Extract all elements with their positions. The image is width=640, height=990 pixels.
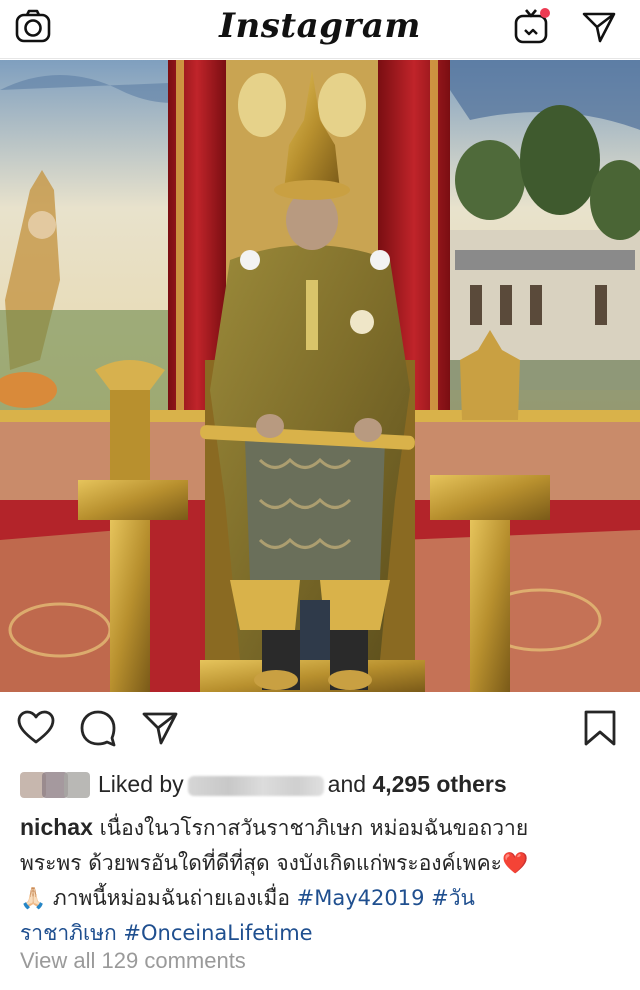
- likes-summary[interactable]: Liked by and 4,295 others: [20, 764, 630, 804]
- hashtag-coronation-day-cont[interactable]: ราชาภิเษก: [20, 921, 117, 945]
- paper-plane-icon[interactable]: [580, 8, 618, 46]
- hashtag-may42019[interactable]: #May42019: [297, 886, 425, 910]
- view-all-comments-link[interactable]: View all 129 comments: [20, 948, 246, 974]
- top-bar: Instagram: [0, 0, 640, 59]
- likes-and-label: and: [327, 771, 367, 797]
- folded-hands-emoji-icon: 🙏🏻: [20, 886, 47, 910]
- caption-line-1: เนื่องในวโรกาสวันราชาภิเษก หม่อมฉันขอถวา…: [99, 816, 529, 840]
- post-actions: [0, 700, 640, 756]
- comment-bubble-icon[interactable]: [78, 708, 118, 748]
- liked-by-label: Liked by: [98, 771, 184, 797]
- caption-line-2: พระพร ด้วยพรอันใดที่ดีที่สุด จงบังเกิดแก…: [20, 851, 502, 875]
- caption-username[interactable]: nichax: [20, 814, 93, 840]
- blurred-username[interactable]: [187, 775, 324, 796]
- likes-text: Liked by and 4,295 others: [98, 764, 507, 804]
- paper-plane-icon[interactable]: [140, 708, 180, 748]
- likes-count[interactable]: 4,295 others: [372, 771, 506, 797]
- igtv-icon[interactable]: [512, 6, 552, 46]
- heart-emoji-icon: ❤️: [501, 851, 529, 875]
- post-caption: nichax เนื่องในวโรกาสวันราชาภิเษก หม่อมฉ…: [20, 810, 620, 951]
- hashtag-onceinalifetime[interactable]: #OnceinaLifetime: [123, 921, 312, 945]
- bookmark-icon[interactable]: [580, 708, 620, 748]
- liker-avatars[interactable]: [20, 772, 90, 798]
- heart-outline-icon[interactable]: [16, 708, 56, 748]
- hashtag-coronation-day[interactable]: #วัน: [431, 886, 475, 910]
- caption-line-3: ภาพนี้หม่อมฉันถ่ายเองเมื่อ: [52, 886, 290, 910]
- post-photo[interactable]: [0, 60, 640, 692]
